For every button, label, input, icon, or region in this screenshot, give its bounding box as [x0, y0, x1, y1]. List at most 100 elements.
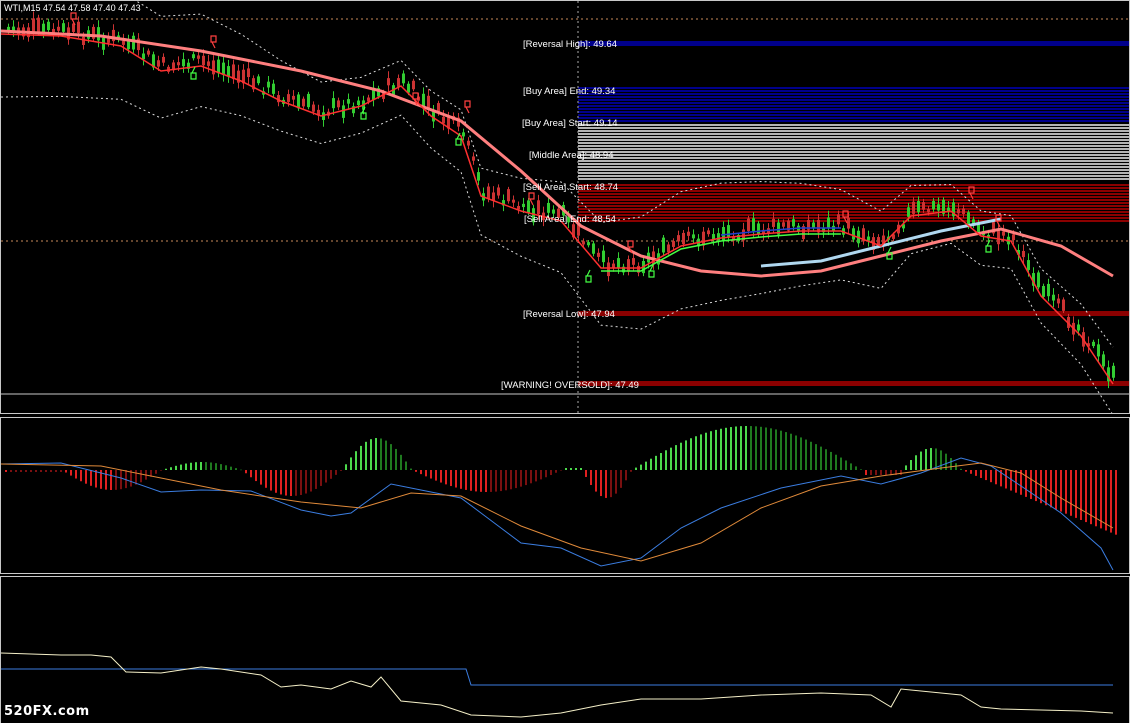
sell-signal-icon — [70, 12, 77, 26]
candle-body — [1027, 260, 1030, 270]
candle-body — [247, 68, 250, 78]
macd-histogram-bar — [815, 444, 817, 470]
candle-body — [792, 219, 795, 227]
buy-area-stripe — [578, 111, 1129, 113]
macd-histogram-bar — [500, 470, 502, 492]
candle-body — [1037, 272, 1040, 288]
candle-body — [537, 200, 540, 215]
macd-histogram-bar — [920, 451, 922, 470]
macd-histogram-bar — [80, 470, 82, 482]
macd-histogram-bar — [225, 465, 227, 470]
middle-area-stripe — [578, 142, 1129, 144]
buy-area-stripe — [578, 96, 1129, 98]
macd-histogram-bar — [720, 428, 722, 470]
macd-histogram-bar — [1100, 470, 1102, 529]
candle-body — [332, 98, 335, 109]
candle-body — [847, 217, 850, 229]
macd-histogram-bar — [475, 470, 477, 492]
macd-histogram-bar — [460, 470, 462, 489]
indicator-canvas[interactable] — [1, 577, 1129, 723]
macd-histogram-bar — [665, 450, 667, 470]
level-label-sell-area-end: [Sell Area] End: 48.54 — [524, 214, 616, 225]
candle-body — [1012, 234, 1015, 241]
candle-body — [752, 218, 755, 231]
sell-area-stripe — [578, 184, 1129, 186]
candle-body — [147, 50, 150, 55]
macd-histogram-bar — [465, 470, 467, 490]
macd-histogram-bar — [660, 453, 662, 470]
macd-histogram-bar — [615, 470, 617, 494]
candle-body — [867, 236, 870, 241]
indicator-panel[interactable] — [0, 576, 1130, 723]
macd-histogram-bar — [545, 470, 547, 478]
candle-body — [627, 259, 630, 272]
candle-body — [852, 228, 855, 240]
macd-histogram-bar — [35, 470, 37, 472]
macd-histogram-bar — [745, 426, 747, 470]
macd-histogram-bar — [20, 470, 22, 472]
candle-body — [587, 242, 590, 246]
macd-histogram-bar — [640, 464, 642, 470]
macd-histogram-bar — [365, 441, 367, 470]
price-chart-canvas[interactable] — [1, 1, 1129, 413]
candle-body — [927, 209, 930, 213]
macd-histogram-bar — [600, 470, 602, 497]
macd-histogram-bar — [380, 438, 382, 470]
macd-histogram-bar — [530, 470, 532, 484]
macd-histogram-bar — [845, 460, 847, 470]
macd-histogram-bar — [310, 470, 312, 492]
macd-histogram-bar — [5, 470, 7, 472]
macd-histogram-bar — [555, 470, 557, 473]
candle-body — [462, 132, 465, 137]
macd-histogram-bar — [965, 470, 967, 472]
macd-histogram-bar — [375, 438, 377, 470]
sell-signal-icon — [210, 35, 217, 49]
macd-panel[interactable] — [0, 417, 1130, 574]
middle-area-stripe — [578, 172, 1129, 174]
macd-histogram-bar — [835, 454, 837, 470]
level-label-reversal-low: [Reversal Low]: 47.94 — [523, 309, 615, 320]
middle-area-stripe — [578, 163, 1129, 165]
macd-histogram-bar — [30, 470, 32, 472]
macd-histogram-bar — [440, 470, 442, 483]
macd-histogram-bar — [595, 470, 597, 492]
candle-body — [662, 237, 665, 253]
candle-body — [1002, 231, 1005, 236]
candle-body — [512, 199, 515, 203]
candle-body — [357, 100, 360, 106]
macd-histogram-bar — [230, 466, 232, 470]
macd-histogram-bar — [565, 468, 567, 470]
candle-body — [302, 98, 305, 107]
sell-signal-icon — [995, 214, 1002, 228]
candle-body — [687, 231, 690, 236]
middle-area-stripe — [578, 139, 1129, 141]
envelope-upper — [135, 1, 1114, 348]
macd-histogram-bar — [700, 434, 702, 470]
macd-histogram-bar — [15, 470, 17, 472]
middle-area-stripe — [578, 157, 1129, 159]
level-label-warning-oversold: [WARNING! OVERSOLD]: 47.49 — [501, 380, 639, 391]
macd-histogram-bar — [420, 470, 422, 475]
macd-histogram-bar — [345, 464, 347, 470]
candle-body — [347, 99, 350, 104]
macd-histogram-bar — [690, 438, 692, 470]
macd-histogram-bar — [220, 464, 222, 470]
macd-histogram-bar — [110, 470, 112, 490]
candle-body — [957, 209, 960, 214]
macd-canvas[interactable] — [1, 418, 1129, 573]
candle-body — [477, 172, 480, 181]
indicator-blue-line — [1, 668, 1113, 686]
level-label-buy-area-start: [Buy Area] Start: 49.14 — [522, 118, 618, 129]
macd-histogram-bar — [850, 463, 852, 470]
buy-area-stripe — [578, 105, 1129, 107]
reversal-low-line — [578, 311, 1129, 316]
candle-body — [692, 234, 695, 239]
price-chart-panel[interactable]: WTI,M15 47.54 47.58 47.40 47.43 [Reversa… — [0, 0, 1130, 414]
candle-body — [57, 26, 60, 31]
macd-histogram-bar — [970, 470, 972, 474]
middle-area-stripe — [578, 175, 1129, 177]
macd-histogram-bar — [50, 470, 52, 472]
macd-histogram-bar — [490, 470, 492, 492]
macd-histogram-bar — [685, 440, 687, 470]
macd-histogram-bar — [55, 470, 57, 472]
